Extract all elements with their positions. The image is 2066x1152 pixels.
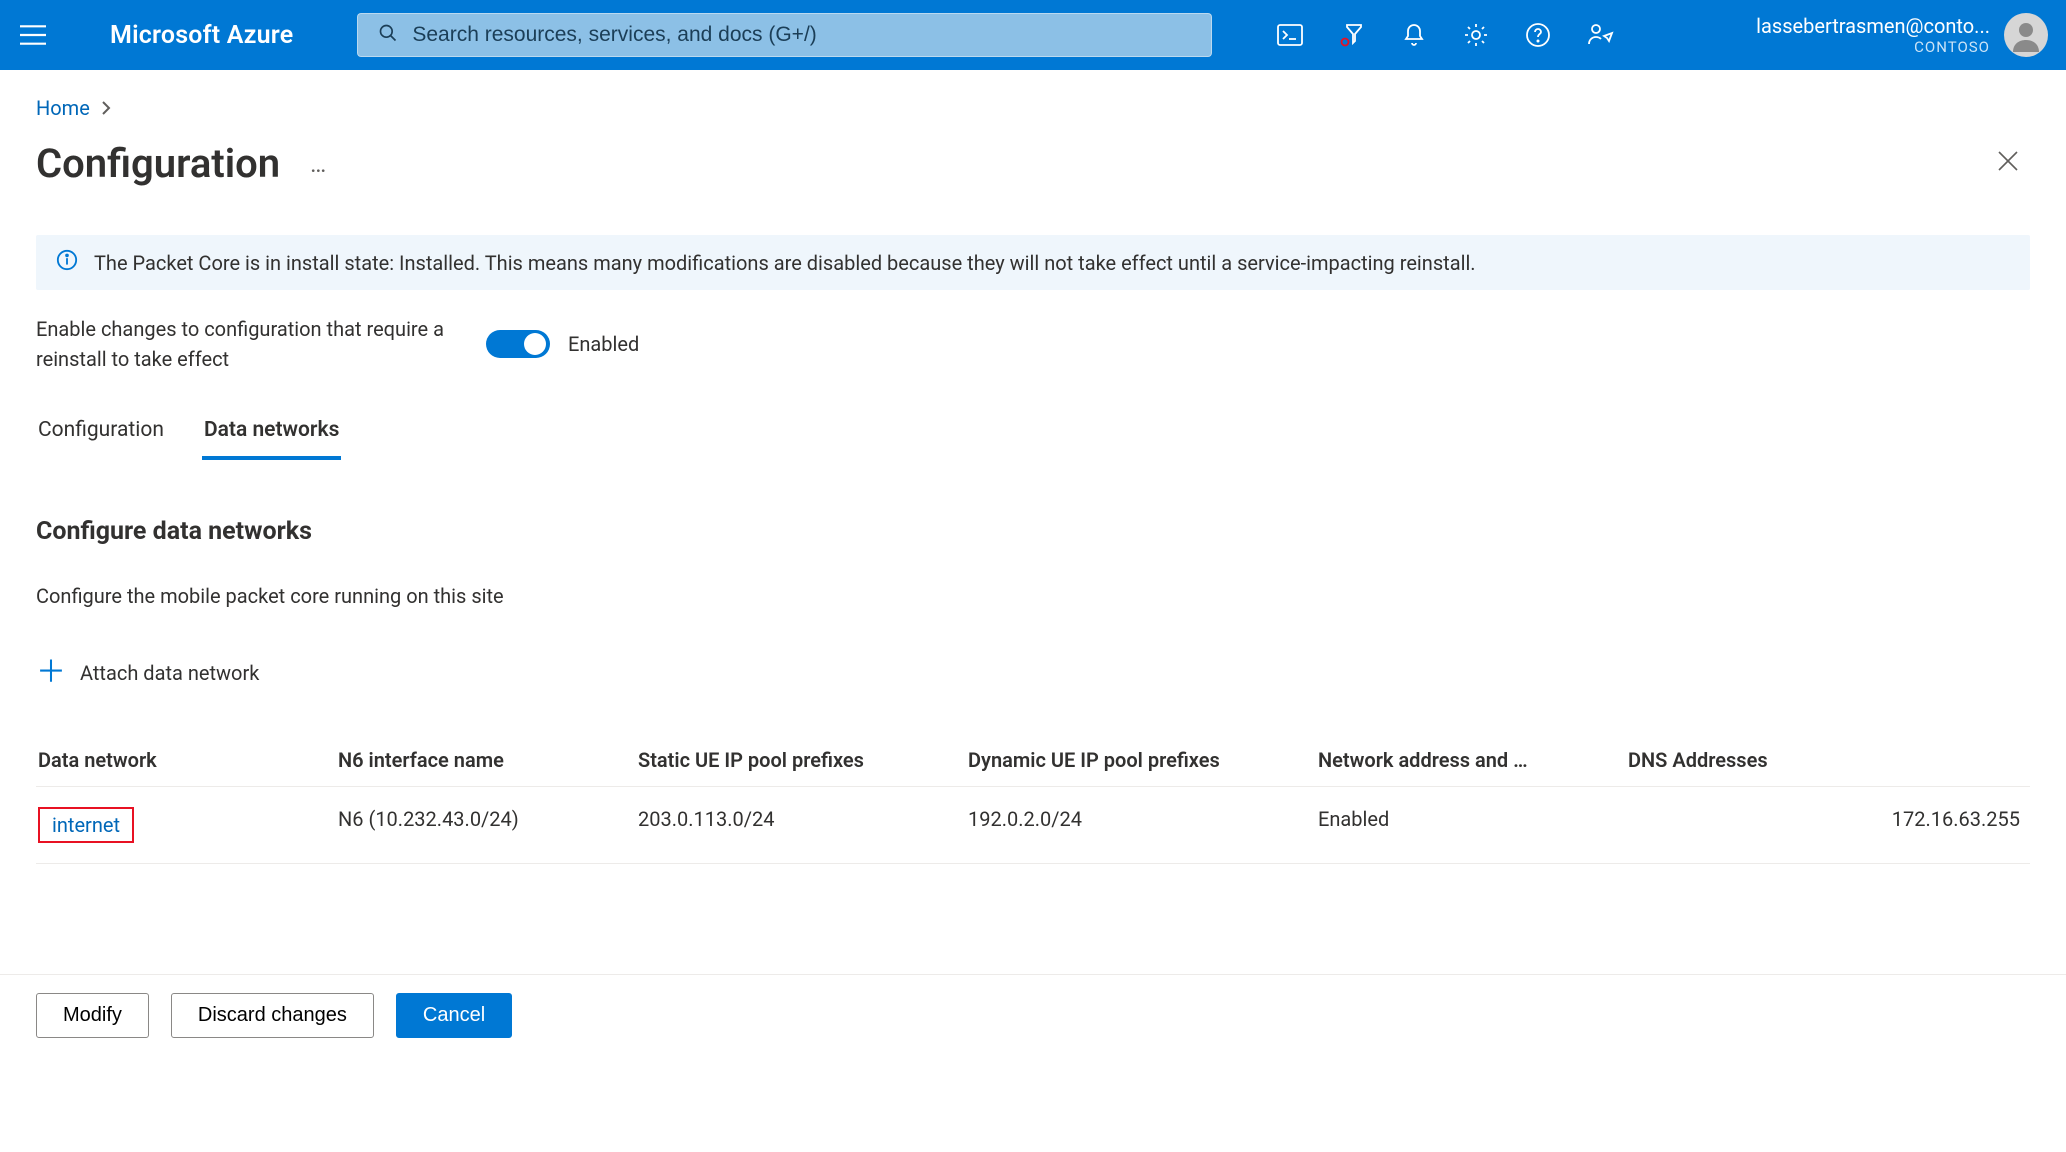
row-highlight: internet [38, 807, 134, 843]
col-data-network[interactable]: Data network [36, 734, 336, 787]
close-button[interactable] [1986, 140, 2030, 187]
top-bar: Microsoft Azure [0, 0, 2066, 70]
enable-changes-row: Enable changes to configuration that req… [36, 314, 2030, 374]
table-header-row: Data network N6 interface name Static UE… [36, 734, 2030, 787]
brand-label[interactable]: Microsoft Azure [110, 21, 293, 50]
help-icon[interactable] [1524, 21, 1552, 49]
enable-changes-state: Enabled [568, 332, 639, 356]
cell-static: 203.0.113.0/24 [636, 787, 966, 864]
col-nat[interactable]: Network address and … [1316, 734, 1626, 787]
account-email: lassebertrasmen@conto... [1756, 14, 1990, 38]
cell-n6: N6 (10.232.43.0/24) [336, 787, 636, 864]
footer-bar: Modify Discard changes Cancel [0, 974, 2066, 1068]
tab-data-networks[interactable]: Data networks [202, 418, 341, 460]
breadcrumb: Home [36, 96, 2030, 120]
info-banner: The Packet Core is in install state: Ins… [36, 235, 2030, 290]
content-area: Home Configuration … The Packet Core is … [0, 70, 2066, 864]
directory-filter-icon[interactable] [1338, 21, 1366, 49]
modify-button[interactable]: Modify [36, 993, 149, 1038]
cell-nat: Enabled [1316, 787, 1626, 864]
account-tenant: CONTOSO [1756, 38, 1990, 56]
table-row: internet N6 (10.232.43.0/24) 203.0.113.0… [36, 787, 2030, 864]
enable-changes-toggle[interactable] [486, 330, 550, 358]
attach-data-network-button[interactable]: ＋ Attach data network [36, 658, 2030, 688]
plus-icon: ＋ [36, 658, 66, 688]
col-dns[interactable]: DNS Addresses [1626, 734, 2030, 787]
search-input[interactable] [412, 23, 1191, 47]
title-row: Configuration … [36, 140, 2030, 187]
page-title: Configuration [36, 140, 280, 187]
discard-changes-button[interactable]: Discard changes [171, 993, 374, 1038]
feedback-icon[interactable] [1586, 21, 1614, 49]
info-message: The Packet Core is in install state: Ins… [94, 251, 1476, 275]
search-icon [378, 23, 398, 48]
search-box[interactable] [357, 13, 1212, 57]
hamburger-icon[interactable] [20, 25, 46, 45]
more-actions-button[interactable]: … [310, 150, 328, 178]
top-icon-group [1276, 21, 1614, 49]
section-title: Configure data networks [36, 517, 2030, 546]
col-n6-interface[interactable]: N6 interface name [336, 734, 636, 787]
enable-changes-label: Enable changes to configuration that req… [36, 314, 446, 374]
avatar[interactable] [2004, 13, 2048, 57]
col-static-prefixes[interactable]: Static UE IP pool prefixes [636, 734, 966, 787]
chevron-right-icon [100, 96, 112, 120]
cell-dns: 172.16.63.255 [1626, 787, 2030, 864]
cancel-button[interactable]: Cancel [396, 993, 512, 1038]
data-networks-table: Data network N6 interface name Static UE… [36, 734, 2030, 864]
cloud-shell-icon[interactable] [1276, 21, 1304, 49]
breadcrumb-home[interactable]: Home [36, 96, 90, 120]
tab-configuration[interactable]: Configuration [36, 418, 166, 460]
notifications-icon[interactable] [1400, 21, 1428, 49]
account-area[interactable]: lassebertrasmen@conto... CONTOSO [1756, 13, 2048, 57]
info-icon [56, 249, 78, 276]
tab-bar: Configuration Data networks [36, 418, 2030, 461]
col-dynamic-prefixes[interactable]: Dynamic UE IP pool prefixes [966, 734, 1316, 787]
cell-dynamic: 192.0.2.0/24 [966, 787, 1316, 864]
attach-label: Attach data network [80, 661, 259, 685]
section-description: Configure the mobile packet core running… [36, 584, 2030, 608]
settings-icon[interactable] [1462, 21, 1490, 49]
data-network-link[interactable]: internet [52, 813, 120, 837]
